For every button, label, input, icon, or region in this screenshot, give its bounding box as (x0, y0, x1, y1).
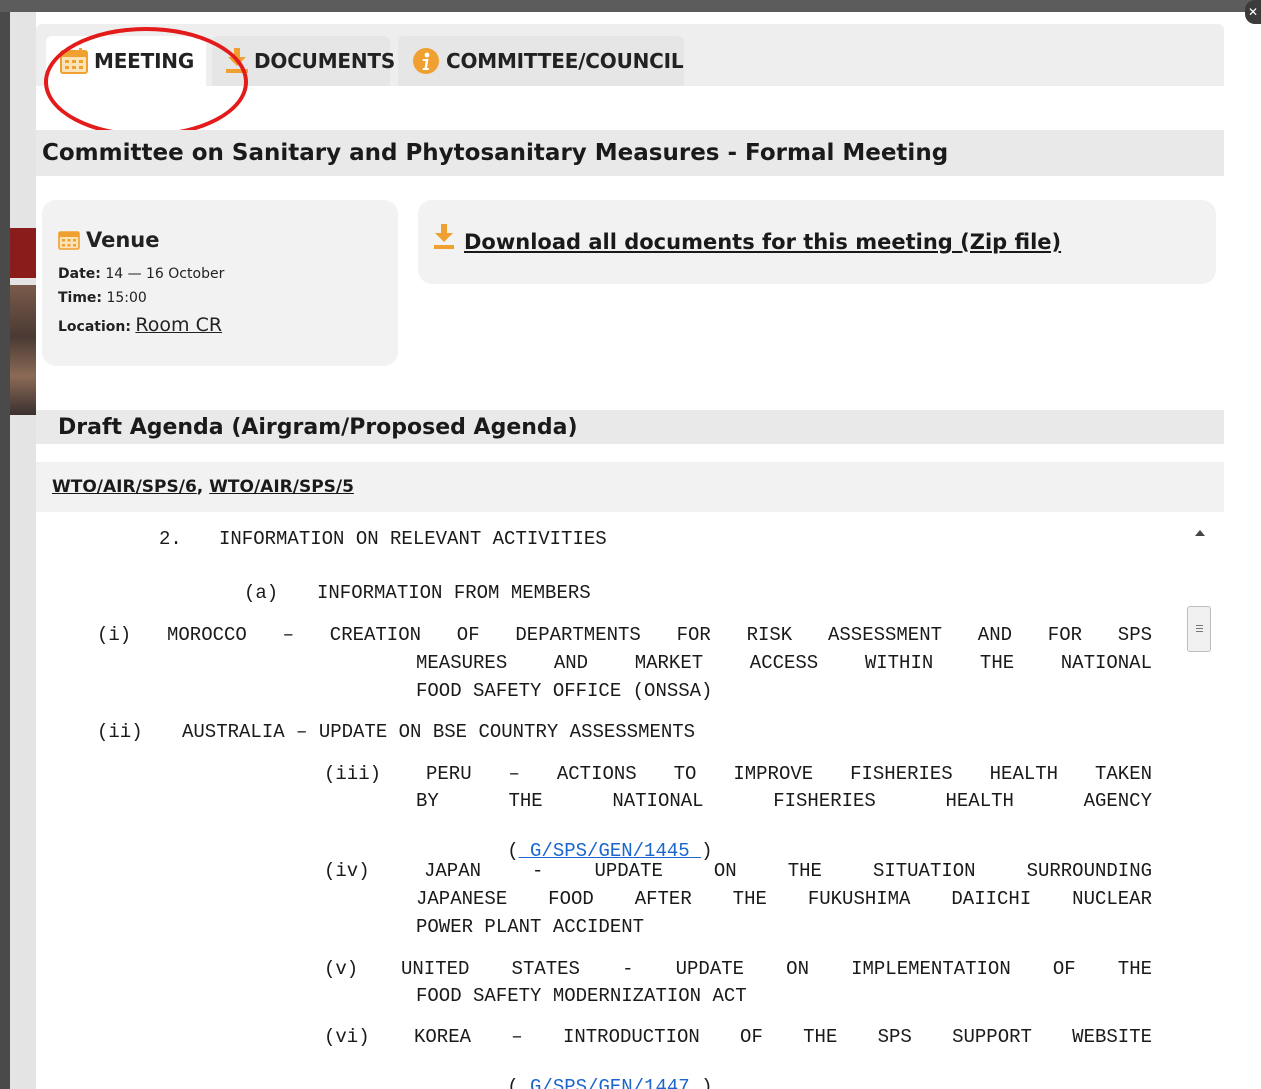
meeting-modal: MEETING DOCUMENTS COMMITTEE/COUNCIL Comm… (36, 24, 1224, 1089)
date-label: Date: (58, 266, 101, 282)
tab-documents[interactable]: DOCUMENTS (212, 36, 395, 86)
sub-title: INFORMATION FROM MEMBERS (317, 582, 591, 604)
agenda-text: 2. INFORMATION ON RELEVANT ACTIVITIES (a… (36, 520, 1186, 1089)
doc-separator: , (196, 477, 210, 497)
agenda-documents: WTO/AIR/SPS/6 , WTO/AIR/SPS/5 (36, 462, 1224, 512)
item-doc-ref: ( G/SPS/GEN/1447 ) (416, 1054, 712, 1089)
doc-link-gen-1447[interactable]: G/SPS/GEN/1447 (519, 1076, 701, 1089)
scroll-up-arrow-icon[interactable] (1195, 530, 1205, 536)
item-number: (ii) (97, 721, 143, 743)
paren-close: ) (701, 1076, 713, 1089)
item-number: (vi) (324, 1026, 370, 1048)
paren-open: ( (507, 840, 519, 862)
download-icon (434, 224, 454, 250)
download-panel: Download all documents for this meeting … (418, 200, 1216, 284)
download-all-link[interactable]: Download all documents for this meeting … (464, 230, 1061, 254)
close-icon[interactable]: ✕ (1245, 0, 1261, 24)
tab-committee-council[interactable]: COMMITTEE/COUNCIL (398, 36, 684, 86)
doc-link-text: G/SPS/GEN/1445 (530, 840, 690, 862)
venue-time: Time: 15:00 (58, 290, 398, 306)
tab-documents-label: DOCUMENTS (254, 49, 396, 73)
section-title: INFORMATION ON RELEVANT ACTIVITIES (219, 528, 607, 550)
item-line: JAPANESE FOOD AFTER THE FUKUSHIMA DAIICH… (416, 888, 1152, 910)
doc-link-text: G/SPS/GEN/1447 (530, 1076, 690, 1089)
time-value: 15:00 (106, 290, 147, 306)
date-value: 14 — 16 October (105, 266, 225, 282)
tab-meeting[interactable]: MEETING (46, 36, 206, 86)
item-number: (v) (324, 958, 359, 980)
background-page-edge (0, 0, 10, 1089)
time-label: Time: (58, 290, 103, 306)
tab-meeting-label: MEETING (94, 49, 195, 73)
sub-number: (a) (244, 582, 279, 604)
location-link[interactable]: Room CR (135, 314, 222, 336)
item-line: AUSTRALIA – UPDATE ON BSE COUNTRY ASSESS… (182, 721, 696, 743)
grip-line (1196, 631, 1203, 632)
background-header (0, 0, 1261, 12)
venue-location: Location: Room CR (58, 314, 398, 336)
venue-heading-label: Venue (86, 228, 160, 252)
info-icon (412, 47, 440, 75)
doc-link-gen-1445[interactable]: G/SPS/GEN/1445 (519, 840, 701, 862)
agenda-doc-link[interactable]: WTO/AIR/SPS/6 (52, 477, 197, 497)
item-line: UNITED STATES - UPDATE ON IMPLEMENTATION… (401, 958, 1152, 980)
item-number: (iv) (324, 860, 370, 882)
venue-panel: Venue Date: 14 — 16 October Time: 15:00 … (42, 200, 398, 366)
download-icon (226, 48, 248, 74)
background-page (0, 0, 36, 1089)
item-line: MOROCCO – CREATION OF DEPARTMENTS FOR RI… (167, 624, 1152, 646)
background-photo (10, 285, 36, 415)
item-line: KOREA – INTRODUCTION OF THE SPS SUPPORT … (414, 1026, 1152, 1048)
item-line: FOOD SAFETY OFFICE (ONSSA) (416, 680, 713, 702)
tab-bar: MEETING DOCUMENTS COMMITTEE/COUNCIL (36, 24, 1224, 86)
item-line: MEASURES AND MARKET ACCESS WITHIN THE NA… (416, 652, 1152, 674)
tab-committee-label: COMMITTEE/COUNCIL (446, 49, 684, 73)
agenda-heading: Draft Agenda (Airgram/Proposed Agenda) (36, 410, 1224, 444)
grip-line (1196, 625, 1203, 626)
item-number: (i) (97, 624, 132, 646)
paren-close: ) (701, 840, 713, 862)
item-line: BY THE NATIONAL FISHERIES HEALTH AGENCY (416, 790, 1152, 812)
item-line: FOOD SAFETY MODERNIZATION ACT (416, 985, 747, 1007)
agenda-frame: 2. INFORMATION ON RELEVANT ACTIVITIES (a… (36, 520, 1214, 1089)
calendar-icon (60, 48, 88, 74)
meeting-title: Committee on Sanitary and Phytosanitary … (36, 130, 1224, 176)
section-number: 2. (159, 528, 182, 550)
scroll-thumb[interactable] (1187, 606, 1211, 652)
venue-date: Date: 14 — 16 October (58, 266, 398, 282)
background-banner (10, 228, 36, 278)
location-label: Location: (58, 319, 131, 335)
paren-open: ( (507, 1076, 519, 1089)
agenda-scrollbar[interactable] (1186, 520, 1214, 1089)
item-line: POWER PLANT ACCIDENT (416, 916, 645, 938)
item-line: PERU – ACTIONS TO IMPROVE FISHERIES HEAL… (426, 763, 1152, 785)
item-number: (iii) (324, 763, 382, 785)
agenda-doc-link[interactable]: WTO/AIR/SPS/5 (209, 477, 354, 497)
item-line: JAPAN - UPDATE ON THE SITUATION SURROUND… (424, 860, 1152, 882)
venue-heading: Venue (58, 228, 398, 252)
calendar-icon (58, 230, 80, 250)
grip-line (1196, 628, 1203, 629)
